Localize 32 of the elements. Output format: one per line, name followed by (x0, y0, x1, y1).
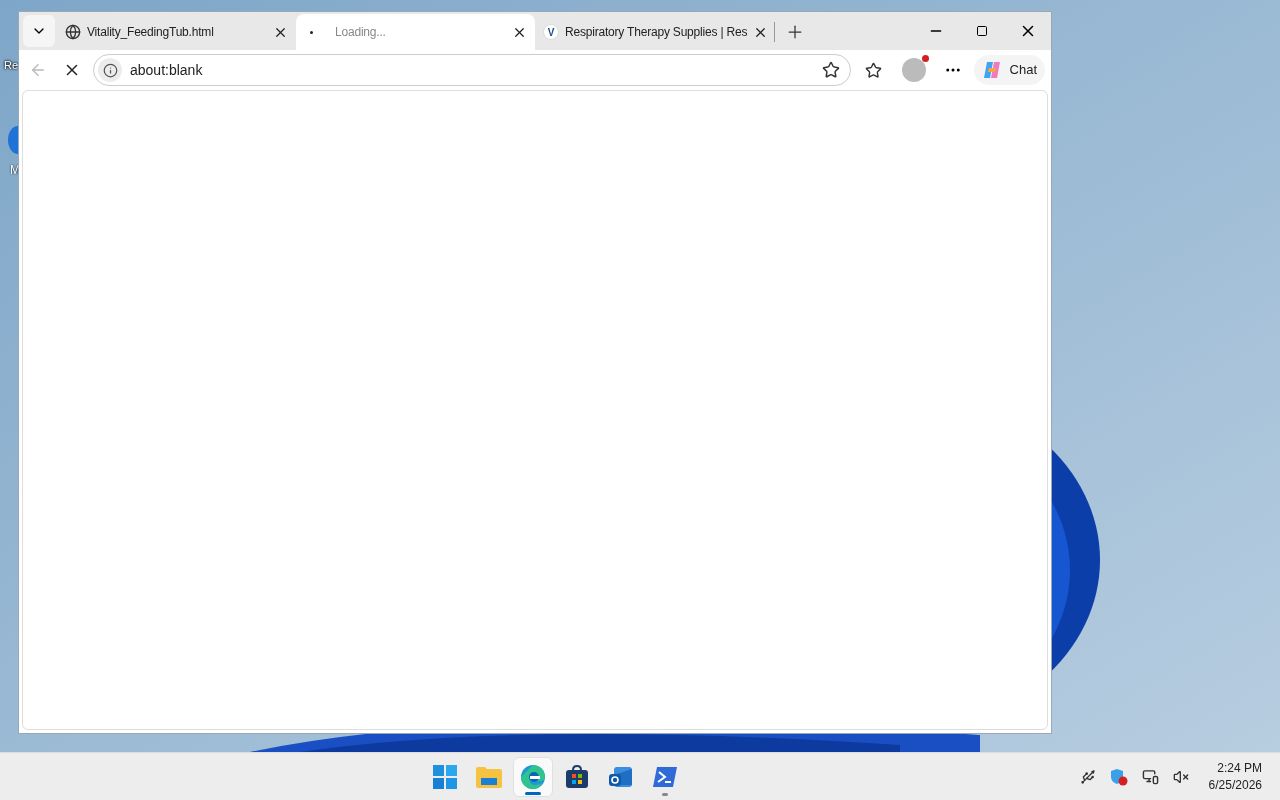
store-bag-icon (564, 764, 589, 789)
favorite-star-icon[interactable] (821, 61, 840, 79)
terminal-icon (652, 765, 677, 788)
usb-icon[interactable] (1079, 768, 1096, 785)
desktop-icon-label: M (10, 162, 20, 179)
browser-tab[interactable]: Vitality_FeedingTub.html (57, 14, 296, 50)
desktop-icon-label: Re (4, 59, 19, 72)
profile-avatar[interactable] (901, 58, 926, 82)
shield-alert-icon[interactable] (1109, 767, 1128, 786)
tab-title: Loading... (335, 24, 387, 41)
chat-button[interactable]: Chat (973, 55, 1045, 85)
windows-logo-icon (432, 764, 457, 789)
clock-time[interactable]: 2:24 PM (1217, 759, 1262, 777)
maximize-icon[interactable] (976, 25, 988, 37)
clock-date[interactable]: 6/25/2026 (1208, 776, 1262, 794)
folder-icon (475, 765, 502, 788)
mute-icon[interactable] (1172, 768, 1189, 785)
browser-tab[interactable]: V Respiratory Therapy Supplies | Res (535, 14, 774, 50)
taskbar-app[interactable] (512, 756, 553, 797)
tab-title: Respiratory Therapy Supplies | Res (565, 24, 748, 41)
tab-title: Vitality_FeedingTub.html (87, 24, 215, 41)
mail-app-icon (607, 764, 634, 789)
copilot-icon (981, 60, 1002, 80)
tab-actions-button[interactable] (23, 15, 55, 47)
browser-icon (519, 763, 546, 790)
address-text: about:blank (130, 60, 204, 80)
site-info-icon[interactable] (98, 58, 122, 82)
network-icon[interactable] (1141, 768, 1159, 785)
globe-icon (65, 24, 81, 40)
browser-tab[interactable]: Loading... (296, 14, 535, 50)
site-favicon: V (543, 24, 559, 40)
favorites-icon[interactable] (864, 61, 882, 79)
